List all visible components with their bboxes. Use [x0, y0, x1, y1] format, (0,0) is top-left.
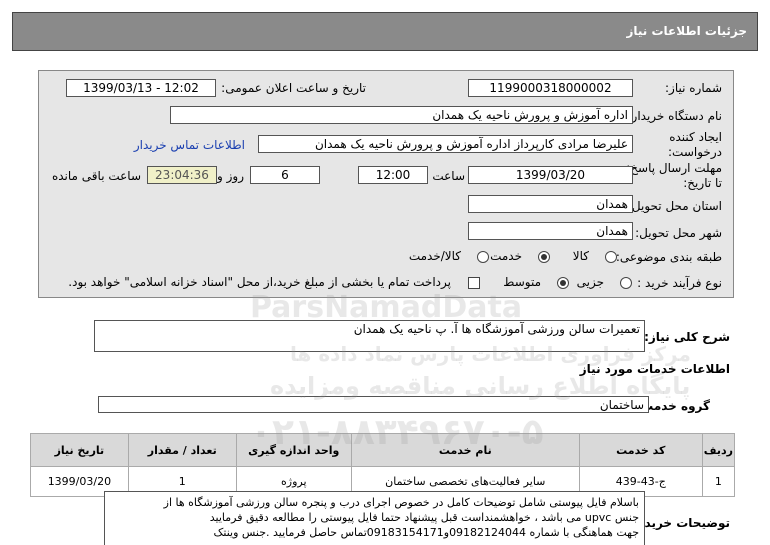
- announce-datetime-field: 1399/03/13 - 12:02: [66, 79, 216, 97]
- deadline-time-field: 12:00: [358, 166, 428, 184]
- announce-datetime-label: تاریخ و ساعت اعلان عمومی:: [221, 81, 366, 95]
- summary-field: تعمیرات سالن ورزشی آموزشگاه ها آ. پ ناحی…: [94, 320, 645, 352]
- deadline-label-line1: مهلت ارسال پاسخ:: [626, 161, 722, 175]
- category-radio-goods-service[interactable]: [477, 251, 489, 263]
- category-option-goods: کالا: [572, 249, 589, 263]
- creator-label-line1: ایجاد کننده: [669, 130, 722, 144]
- buyer-org-label: نام دستگاه خریدار:: [627, 109, 723, 123]
- buyer-org-field: اداره آموزش و پرورش ناحیه یک همدان: [170, 106, 633, 124]
- col-need-date: تاریخ نیاز: [30, 433, 129, 467]
- city-field: همدان: [468, 222, 633, 240]
- services-table-header: ردیف کد خدمت نام خدمت واحد اندازه گیری ت…: [30, 433, 736, 467]
- process-option-medium: متوسط: [503, 275, 541, 289]
- col-service-code: کد خدمت: [578, 433, 703, 467]
- creator-label-line2: درخواست:: [668, 145, 722, 159]
- province-field: همدان: [468, 195, 633, 213]
- services-section-title: اطلاعات خدمات مورد نیاز: [579, 362, 730, 376]
- treasury-payment-checkbox[interactable]: [468, 277, 480, 289]
- days-label: روز و: [217, 169, 244, 183]
- services-table: ردیف کد خدمت نام خدمت واحد اندازه گیری ت…: [30, 433, 736, 497]
- col-row-number: ردیف: [701, 433, 736, 467]
- col-quantity: تعداد / مقدار: [127, 433, 237, 467]
- page-header: جزئیات اطلاعات نیاز: [12, 12, 758, 51]
- need-number-label: شماره نیاز:: [665, 81, 722, 95]
- province-label: استان محل تحویل:: [627, 199, 722, 213]
- need-number-field: 1199000318000002: [468, 79, 633, 97]
- treasury-payment-note: پرداخت تمام یا بخشی از مبلغ خرید،از محل …: [68, 275, 451, 289]
- time-remaining-label: ساعت باقی مانده: [51, 169, 141, 183]
- process-radio-minor[interactable]: [620, 277, 632, 289]
- summary-label: شرح کلی نیاز:: [644, 330, 730, 344]
- city-label: شهر محل تحویل:: [635, 226, 722, 240]
- category-option-goods-service: کالا/خدمت: [408, 249, 461, 263]
- page-title: جزئیات اطلاعات نیاز: [626, 24, 747, 38]
- process-option-minor: جزیی: [576, 275, 604, 289]
- time-remaining-field: 23:04:36: [147, 166, 217, 184]
- deadline-label-line2: تا تاریخ:: [683, 176, 722, 190]
- creator-field: علیرضا مرادی کارپرداز اداره آموزش و پرور…: [258, 135, 633, 153]
- category-option-service: خدمت: [490, 249, 522, 263]
- cell-row-number: 1: [701, 466, 736, 497]
- deadline-date-field: 1399/03/20: [468, 166, 633, 184]
- deadline-time-label: ساعت: [432, 169, 465, 183]
- service-group-field: ساختمان: [98, 396, 649, 413]
- buyer-notes-field: باسلام فایل پیوستی شامل توضیحات کامل در …: [104, 491, 645, 545]
- category-radio-goods[interactable]: [605, 251, 617, 263]
- category-label: طبقه بندی موضوعی:: [615, 250, 722, 264]
- col-service-name: نام خدمت: [350, 433, 580, 467]
- process-type-label: نوع فرآیند خرید :: [637, 276, 722, 290]
- buyer-notes-line: جنس upvc می باشد ، خواهشمنداست قبل پیشنه…: [209, 511, 639, 524]
- buyer-contact-link[interactable]: اطلاعات تماس خریدار: [134, 138, 245, 152]
- col-unit: واحد اندازه گیری: [235, 433, 352, 467]
- process-radio-medium[interactable]: [557, 277, 569, 289]
- buyer-notes-line: باسلام فایل پیوستی شامل توضیحات کامل در …: [163, 496, 639, 509]
- buyer-notes-line: جهت هماهنگی با شماره 09182124044و0918315…: [213, 526, 639, 539]
- category-radio-service[interactable]: [538, 251, 550, 263]
- days-remaining-field: 6: [250, 166, 320, 184]
